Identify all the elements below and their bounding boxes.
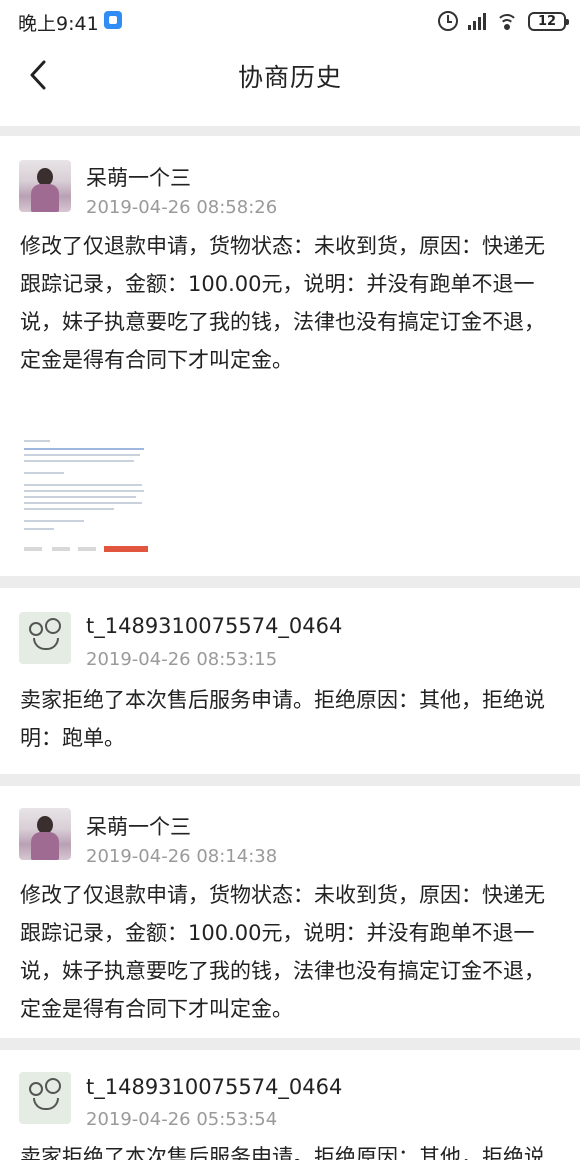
- message-text: 修改了仅退款申请，货物状态：未收到货，原因：快递无跟踪记录，金额：100.00元…: [20, 883, 545, 1021]
- avatar[interactable]: [19, 612, 71, 664]
- avatar[interactable]: [19, 808, 71, 860]
- timestamp: 2019-04-26 08:14:38: [86, 846, 278, 867]
- attachment-thumbnail[interactable]: [20, 432, 152, 564]
- username: 呆萌一个三: [86, 815, 191, 839]
- username: 呆萌一个三: [86, 166, 191, 190]
- avatar[interactable]: [19, 1072, 71, 1124]
- history-record: 呆萌一个三 2019-04-26 08:58:26 修改了仅退款申请，货物状态：…: [0, 136, 580, 576]
- alarm-icon: [438, 11, 458, 31]
- username: t_1489310075574_0464: [86, 614, 343, 638]
- message-text: 卖家拒绝了本次售后服务申请。拒绝原因：其他，拒绝说明：跑单。: [20, 1145, 545, 1160]
- timestamp: 2019-04-26 05:53:54: [86, 1109, 278, 1130]
- history-record: t_1489310075574_0464 2019-04-26 05:53:54…: [0, 1050, 580, 1160]
- username: t_1489310075574_0464: [86, 1075, 343, 1099]
- timestamp: 2019-04-26 08:58:26: [86, 197, 278, 218]
- message-text: 修改了仅退款申请，货物状态：未收到货，原因：快递无跟踪记录，金额：100.00元…: [20, 234, 545, 372]
- signal-icon: [468, 12, 486, 30]
- app-notification-icon: [104, 11, 122, 29]
- timestamp: 2019-04-26 08:53:15: [86, 649, 278, 670]
- status-bar: 晚上9:41 12: [0, 0, 580, 42]
- message-text: 卖家拒绝了本次售后服务申请。拒绝原因：其他，拒绝说明：跑单。: [20, 688, 545, 750]
- avatar[interactable]: [19, 160, 71, 212]
- status-icons: 12: [438, 8, 569, 34]
- history-record: 呆萌一个三 2019-04-26 08:14:38 修改了仅退款申请，货物状态：…: [0, 786, 580, 1038]
- page-title: 协商历史: [237, 63, 342, 92]
- status-time: 晚上9:41: [18, 13, 99, 35]
- history-record: t_1489310075574_0464 2019-04-26 08:53:15…: [0, 588, 580, 774]
- battery-icon: 12: [528, 11, 569, 31]
- nav-bar: 协商历史: [0, 42, 580, 126]
- wifi-icon: [496, 12, 518, 30]
